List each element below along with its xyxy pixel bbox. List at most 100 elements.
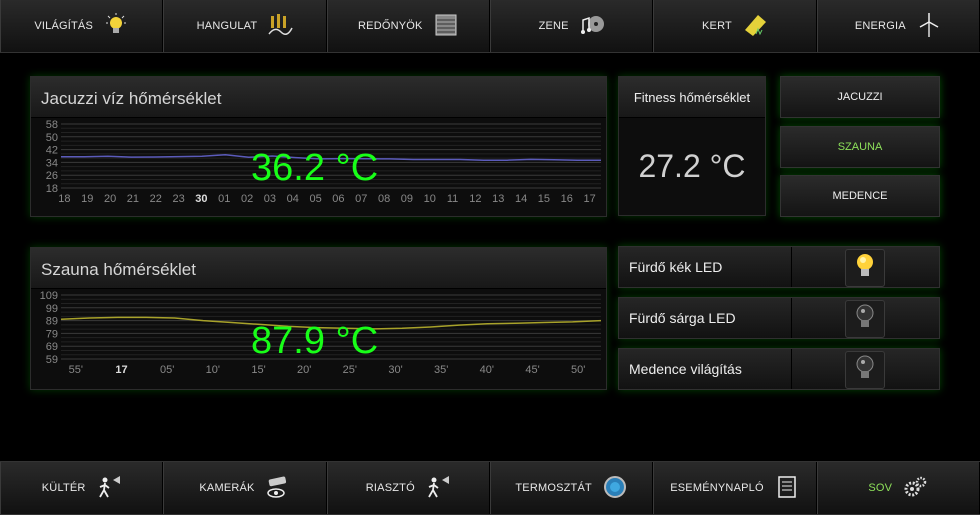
x-tick-label: 01 [218, 193, 230, 205]
alarm-icon [425, 474, 451, 503]
garden-icon [742, 12, 768, 41]
x-tick-label: 11 [447, 193, 458, 205]
x-tick-label: 10' [206, 364, 220, 376]
gears-icon [902, 474, 928, 503]
nav-label: ZENE [538, 20, 569, 32]
fitness-panel: Fitness hőmérséklet 27.2 °C [618, 76, 766, 216]
x-tick-label: 08 [378, 193, 390, 205]
x-tick-label: 06 [332, 193, 344, 205]
divider [791, 247, 792, 287]
y-tick-label: 99 [46, 303, 58, 315]
x-tick-label: 19 [81, 193, 93, 205]
jacuzzi-button[interactable]: JACUZZI [780, 76, 940, 118]
jacuzzi-panel: Jacuzzi víz hőmérséklet 58 50 42 34 26 18 18 19… [30, 76, 607, 217]
nav-kert[interactable]: KERT [653, 0, 817, 52]
x-tick-label: 12 [469, 193, 481, 205]
nav-kamerak[interactable]: KAMERÁK [163, 462, 327, 514]
nav-termosztat[interactable]: TERMOSZTÁT [489, 462, 654, 514]
light-label: Medence világítás [629, 361, 742, 377]
light-row-furdo-kek: Fürdő kék LED [618, 246, 940, 288]
y-tick-label: 26 [46, 170, 58, 182]
x-tick-label: 02 [241, 193, 253, 205]
nav-hangulat[interactable]: HANGULAT [163, 0, 327, 52]
nav-label: SOV [868, 482, 893, 494]
thermostat-icon [602, 474, 628, 503]
light-row-furdo-sarga: Fürdő sárga LED [618, 297, 940, 339]
light-toggle-button[interactable] [845, 300, 885, 338]
x-tick-label: 10 [424, 193, 436, 205]
mood-icon [267, 12, 293, 41]
x-tick-label: 15 [538, 193, 550, 205]
bulb-icon [103, 12, 129, 41]
nav-label: VILÁGÍTÁS [34, 20, 93, 32]
x-tick-label: 50' [571, 364, 585, 376]
x-tick-label: 15' [251, 364, 265, 376]
x-tick-label: 05' [160, 364, 174, 376]
music-icon [579, 12, 605, 41]
y-tick-label: 89 [46, 316, 58, 328]
nav-label: REDŐNYÖK [358, 20, 423, 32]
nav-label: KAMERÁK [199, 482, 255, 494]
x-tick-label: 14 [515, 193, 527, 205]
nav-redonyok[interactable]: REDŐNYÖK [326, 0, 490, 52]
light-row-medence: Medence világítás [618, 348, 940, 390]
x-tick-label: 55' [69, 364, 83, 376]
nav-energia[interactable]: ENERGIA [816, 0, 980, 52]
fitness-title: Fitness hőmérséklet [619, 77, 765, 118]
log-icon [774, 474, 800, 503]
y-tick-label: 50 [46, 132, 58, 144]
x-tick-label: 04 [287, 193, 299, 205]
bulb-on-icon [854, 252, 876, 285]
sauna-title: Szauna hőmérséklet [31, 248, 606, 289]
x-tick-label: 30 [195, 193, 207, 205]
divider [791, 349, 792, 389]
fitness-value: 27.2 °C [638, 148, 746, 184]
sauna-panel: Szauna hőmérséklet 109 99 89 79 69 59 55' 17 05'… [30, 247, 607, 390]
nav-kulter[interactable]: KÜLTÉR [0, 462, 164, 514]
x-tick-label: 23 [172, 193, 184, 205]
y-tick-label: 69 [46, 341, 58, 353]
szauna-button[interactable]: SZAUNA [780, 126, 940, 168]
x-tick-label: 40' [480, 364, 494, 376]
nav-vilagitas[interactable]: VILÁGÍTÁS [0, 0, 164, 52]
x-tick-label: 17 [583, 193, 595, 205]
y-tick-label: 79 [46, 328, 58, 340]
y-tick-label: 42 [46, 145, 58, 157]
medence-button[interactable]: MEDENCE [780, 175, 940, 217]
nav-label: RIASZTÓ [365, 482, 415, 494]
bottom-nav: KÜLTÉR KAMERÁK RIASZTÓ TERMOSZTÁT ESEMÉN… [0, 461, 980, 515]
y-tick-label: 58 [46, 119, 58, 131]
x-tick-label: 25' [343, 364, 357, 376]
jacuzzi-value: 36.2 °C [251, 147, 379, 189]
y-tick-label: 34 [46, 157, 58, 169]
nav-label: KÜLTÉR [41, 482, 86, 494]
divider [791, 298, 792, 338]
x-tick-label: 35' [434, 364, 448, 376]
bulb-off-icon [854, 303, 876, 336]
y-tick-label: 18 [46, 183, 58, 195]
camera-icon [265, 474, 291, 503]
nav-esemenynaplo[interactable]: ESEMÉNYNAPLÓ [653, 462, 817, 514]
nav-sov[interactable]: SOV [816, 462, 980, 514]
light-toggle-button[interactable] [845, 249, 885, 287]
x-tick-label: 30' [388, 364, 402, 376]
nav-label: ENERGIA [854, 20, 906, 32]
sauna-value: 87.9 °C [251, 320, 379, 362]
y-tick-label: 59 [46, 354, 58, 366]
nav-riaszto[interactable]: RIASZTÓ [326, 462, 490, 514]
nav-zene[interactable]: ZENE [489, 0, 654, 52]
x-tick-label: 20 [104, 193, 116, 205]
x-tick-label: 20' [297, 364, 311, 376]
y-tick-label: 109 [40, 290, 58, 302]
nav-label: ESEMÉNYNAPLÓ [670, 482, 764, 494]
light-label: Fürdő kék LED [629, 259, 723, 275]
jacuzzi-title: Jacuzzi víz hőmérséklet [31, 77, 606, 118]
x-tick-label: 07 [355, 193, 367, 205]
light-label: Fürdő sárga LED [629, 310, 736, 326]
motion-sensor-icon [96, 474, 122, 503]
x-tick-label: 09 [401, 193, 413, 205]
x-tick-label: 45' [525, 364, 539, 376]
x-tick-label: 22 [150, 193, 162, 205]
light-toggle-button[interactable] [845, 351, 885, 389]
blinds-icon [433, 12, 459, 41]
